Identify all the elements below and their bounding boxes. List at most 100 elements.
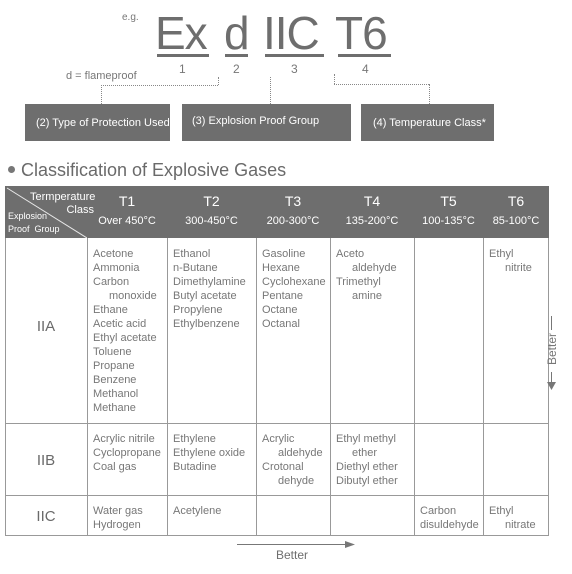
table-cell-iia-t6: Ethyl nitrite [489,247,546,275]
gas-name: aldehyde [278,447,323,459]
bullet-icon [8,165,15,173]
gas-name: Propylene [173,304,223,316]
connector-2-vertical [218,77,219,85]
horizontal-arrow-shaft [237,544,347,545]
gas-name: Acetone [93,248,134,260]
table-cell-iia-t4: Aceto aldehyde Trimethyl amine [336,247,412,303]
header-t5-range: 100-135°C [422,215,475,227]
example-prefix: e.g. [122,12,139,23]
gas-name: dehyde [278,475,315,487]
vertical-arrow-top-line [551,316,552,330]
box-type-of-protection: (2) Type of Protection Used [25,104,170,141]
code-number-2: 2 [233,62,240,76]
header-t6-class: T6 [507,193,525,209]
code-part-t6: T6 [335,7,388,59]
box-temperature-class: (4) Temperature Class* [361,104,494,141]
connector-4-horizontal [334,84,429,85]
header-t2-range: 300-450°C [185,215,238,227]
grid-line [5,535,549,536]
table-cell-iic-t5: Carbon disuldehyde [420,504,481,532]
gas-name: Butyl acetate [173,290,237,302]
gas-classification-table: Termperature Class Explosion Proof Group… [5,186,549,536]
gas-name: Trimethyl [336,276,381,288]
corner-top-line1: Termperature [30,191,96,203]
header-t5-class: T5 [440,193,457,209]
gas-name: amine [352,290,382,302]
gas-name: Ethane [93,304,128,316]
gas-name: Octane [262,304,298,316]
flameproof-note: d = flameproof [66,70,137,82]
section-title-text: Classification of Explosive Gases [21,160,287,180]
connector-2-horizontal [101,85,218,86]
header-t6-range: 85-100°C [492,215,540,227]
gas-name: Water gas [93,505,143,517]
gas-name: Cyclohexane [262,276,326,288]
grid-line [256,238,257,536]
gas-name: Pentane [262,290,303,302]
header-t3-range: 200-300°C [266,215,320,227]
grid-line [167,238,168,536]
gas-name: aldehyde [352,262,397,274]
gas-name: Ethyl acetate [93,332,157,344]
gas-name: Methanol [93,388,139,400]
table-cell-iic-t1: Water gas Hydrogen [93,504,165,532]
gas-name: disuldehyde [420,519,479,531]
gas-name: Carbon [93,276,130,288]
table-cell-iia-t2: Ethanol n-Butane Dimethylamine Butyl acetat… [173,247,254,331]
grid-line [5,238,6,536]
gas-name: Acetic acid [93,318,147,330]
connector-2-drop [101,85,102,104]
underline-4 [338,54,391,57]
arrow-right-icon [345,541,355,548]
table-cell-iic-t6: Ethyl nitrate [489,504,546,532]
gas-name: Ethylene oxide [173,447,246,459]
arrow-down-icon [547,382,556,390]
gas-name: Coal gas [93,461,137,473]
header-t1: T1 Over 450°C [87,186,167,238]
header-t4-class: T4 [363,193,381,209]
grid-line [483,238,484,536]
gas-name: Ethyl methyl [336,433,396,445]
code-number-1: 1 [179,62,186,76]
table-cell-iib-t1: Acrylic nitrile Cyclopropane Coal gas [93,432,165,474]
grid-line [5,423,549,424]
header-t1-class: T1 [118,193,136,209]
header-t3: T3 200-300°C [256,186,330,238]
gas-name: Crotonal [262,461,304,473]
corner-explosion-proof-group-label: Explosion Proof Group [8,210,60,236]
underline-2 [225,54,248,57]
gas-name: Dibutyl ether [336,475,398,487]
gas-name: Dimethylamine [173,276,246,288]
code-part-d: d [224,7,250,59]
gas-name: Carbon [420,505,457,517]
vertical-better-label-wrap: Better [540,332,564,368]
header-t6: T6 85-100°C [483,186,549,238]
table-cell-iia-t3: Gasoline Hexane Cyclohexane Pentane Octane Oc… [262,247,328,331]
gas-name: Diethyl ether [336,461,398,473]
corner-bottom-line2: Proof Group [8,224,60,234]
code-part-ex: Ex [155,7,208,59]
underline-1 [157,54,209,57]
gas-name: Ammonia [93,262,140,274]
header-t4-range: 135-200°C [345,215,399,227]
gas-name: Ethyl [489,505,514,517]
gas-name: Butadine [173,461,217,473]
table-cell-iib-t2: Ethylene Ethylene oxide Butadine [173,432,254,474]
section-title: Classification of Explosive Gases [8,160,286,181]
table-cell-iib-t3: Acrylic aldehyde Crotonal dehyde [262,432,328,488]
code-number-3: 3 [291,62,298,76]
group-label-iic: IIC [36,508,56,525]
group-label-iia: IIA [36,318,56,335]
connector-3-vertical [270,77,271,104]
gas-name: Acrylic [262,433,295,445]
table-cell-iib-t4: Ethyl methyl ether Diethyl ether Dibutyl et… [336,432,412,488]
gas-name: Aceto [336,248,365,260]
grid-line [5,495,549,496]
gas-name: Toluene [93,346,132,358]
underline-3 [265,54,324,57]
gas-name: Cyclopropane [93,447,161,459]
header-t3-class: T3 [284,193,302,209]
group-label-iib: IIB [36,452,56,469]
gas-name: monoxide [109,290,157,302]
gas-name: Acetylene [173,505,222,517]
